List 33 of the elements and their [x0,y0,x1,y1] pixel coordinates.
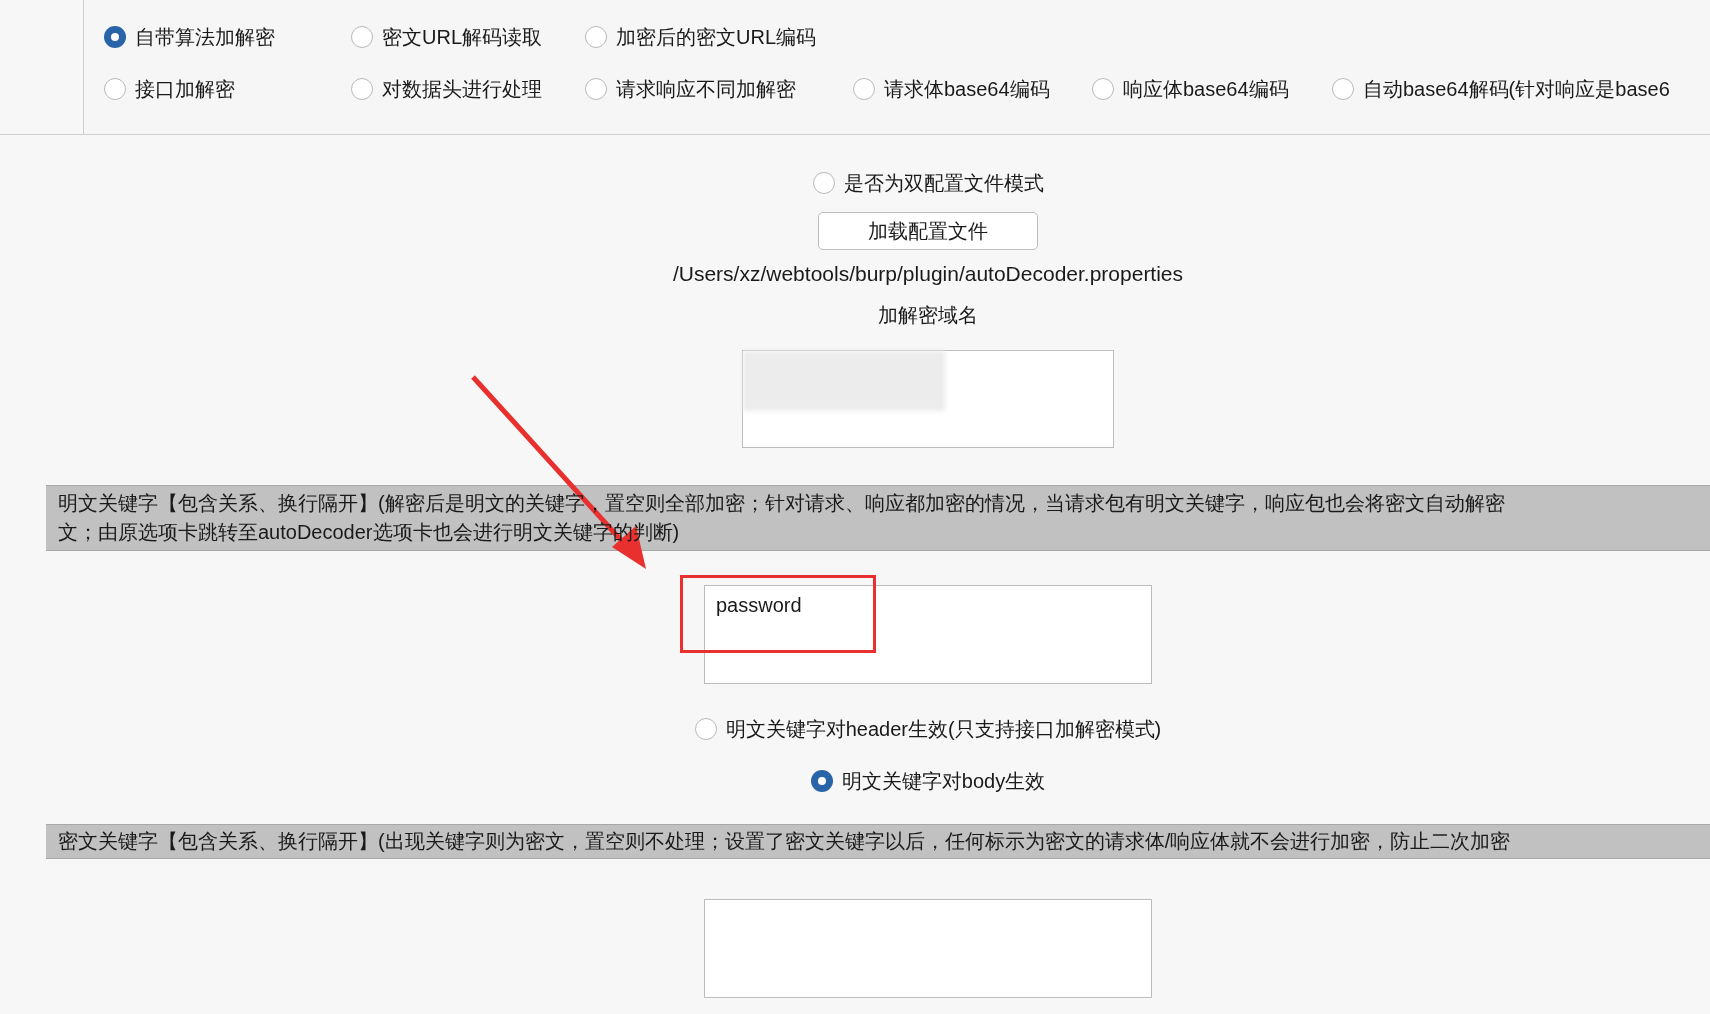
radio-button[interactable] [104,26,126,48]
keyword-text: password [716,593,802,616]
radio-option[interactable]: 请求体base64编码 [853,74,1092,104]
radio-button[interactable] [585,26,607,48]
radio-option[interactable]: 请求响应不同加解密 [585,74,853,104]
radio-button[interactable] [1332,78,1354,100]
config-path: /Users/xz/webtools/burp/plugin/autoDecoder.properties [672,261,1184,287]
radio-button[interactable] [694,717,717,740]
radio-option[interactable]: 明文关键字对body生效 [810,765,1046,796]
load-config-button[interactable]: 加载配置文件 [818,212,1038,250]
radio-option[interactable]: 接口加解密 [104,74,351,104]
radio-option[interactable]: 加密后的密文URL编码 [585,22,853,52]
radio-button[interactable] [104,78,126,100]
radio-option[interactable]: 明文关键字对header生效(只支持接口加解密模式) [694,713,1162,744]
radio-option[interactable]: 是否为双配置文件模式 [812,168,1044,198]
radio-option[interactable]: 对数据头进行处理 [351,74,585,104]
radio-option[interactable]: 响应体base64编码 [1092,74,1332,104]
radio-option[interactable]: 密文URL解码读取 [351,22,585,52]
plaintext-keywords-field[interactable]: password [704,584,1152,684]
domain-label: 加解密域名 [878,302,978,328]
radio-button[interactable] [812,172,835,194]
radio-button[interactable] [351,26,373,48]
ciphertext-keywords-field[interactable] [704,898,1152,998]
hint-text: 密文关键字【包含关系、换行隔开】(出现关键字则为密文，置空则不处理；设置了密文关键字以后，任何标示为密文的请求体/响应体就不会进行加密，防止二次加密 [58,828,1512,854]
hint-text: 明文关键字【包含关系、换行隔开】(解密后是明文的关键字，置空则全部加密；针对请求、响应都加密的情况，当请求包有明文关键字，响应包也会将密文自动解密 [58,490,1506,516]
domain-field[interactable] [742,349,1114,448]
radio-option[interactable]: 自动base64解码(针对响应是base6 [1332,74,1670,104]
radio-button[interactable] [351,78,373,100]
radio-button[interactable] [1092,78,1114,100]
radio-option[interactable]: 自带算法加解密 [104,22,351,52]
radio-button[interactable] [810,769,833,792]
radio-button[interactable] [853,78,875,100]
radio-button[interactable] [585,78,607,100]
